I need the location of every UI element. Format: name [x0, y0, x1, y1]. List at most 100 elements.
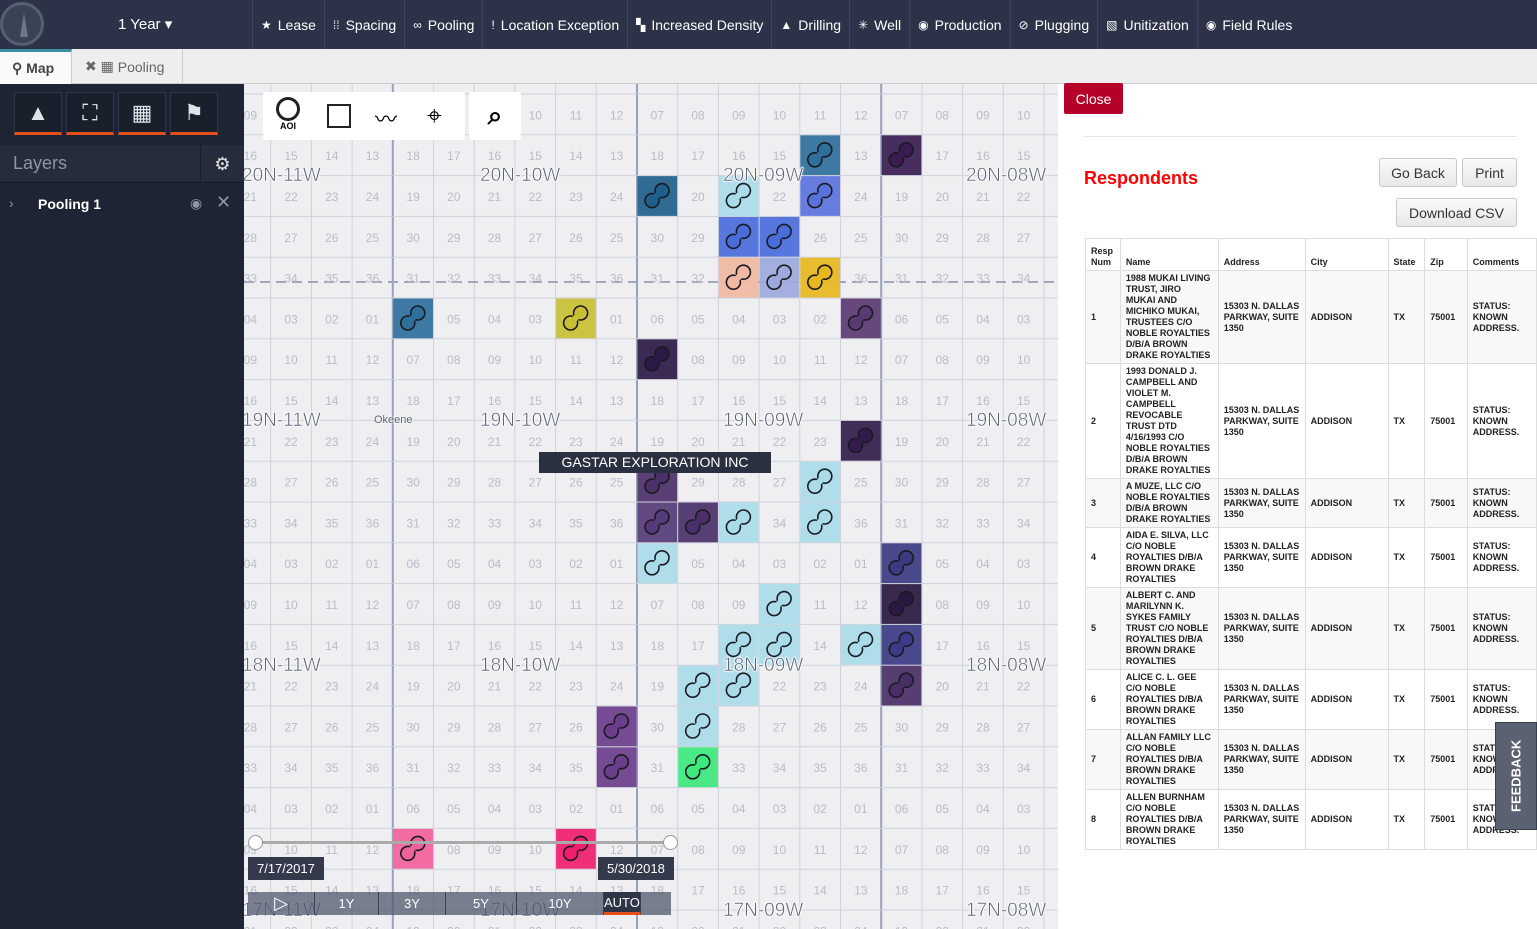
pooling-marker[interactable]: [881, 665, 922, 706]
remove-layer-icon[interactable]: ✕: [216, 192, 231, 213]
nav-location-exception[interactable]: ! Location Exception: [482, 0, 627, 49]
table-row[interactable]: 4 AIDA E. SILVA, LLC C/O NOBLE ROYALTIES …: [1085, 527, 1537, 588]
column-header[interactable]: City: [1304, 238, 1389, 271]
road-icon-button[interactable]: ▲: [14, 92, 62, 135]
pooling-marker[interactable]: [800, 176, 840, 216]
pooling-marker[interactable]: [678, 747, 718, 788]
pooling-marker[interactable]: [881, 624, 922, 665]
pooling-marker[interactable]: [393, 298, 433, 339]
pooling-marker[interactable]: [393, 828, 433, 869]
pooling-marker[interactable]: [759, 584, 800, 624]
section-number: 06: [895, 802, 909, 816]
nav-drilling[interactable]: ▲ Drilling: [771, 0, 849, 49]
time-filter-dropdown[interactable]: 1 Year ▾: [118, 15, 172, 33]
table-row[interactable]: 8 ALLEN BURNHAM C/O NOBLE ROYALTIES D/B/A…: [1085, 789, 1537, 850]
pooling-marker[interactable]: [556, 828, 596, 869]
slider-start-handle[interactable]: [248, 835, 263, 850]
pooling-marker[interactable]: [637, 176, 678, 216]
pooling-marker[interactable]: [637, 543, 678, 584]
table-row[interactable]: 1 1988 MUKAI LIVING TRUST, JIRO MUKAI AND…: [1085, 270, 1537, 364]
grid-icon-button[interactable]: ▦: [118, 92, 166, 135]
pooling-marker[interactable]: [637, 502, 678, 543]
nav-field-rules[interactable]: ◉ Field Rules: [1196, 0, 1301, 49]
pooling-marker[interactable]: [718, 257, 759, 298]
close-tab-icon[interactable]: ✖: [85, 58, 97, 75]
pooling-marker[interactable]: [881, 135, 922, 176]
pooling-marker[interactable]: [800, 461, 840, 502]
rectangle-tool-icon[interactable]: [327, 104, 351, 128]
section-number: 02: [813, 312, 827, 326]
date-range-slider[interactable]: [256, 841, 670, 844]
pooling-marker[interactable]: [678, 502, 718, 543]
download-csv-button[interactable]: Download CSV: [1396, 198, 1517, 227]
fullscreen-icon-button[interactable]: ⛶: [66, 92, 114, 135]
pooling-marker[interactable]: [800, 135, 840, 176]
pooling-marker[interactable]: [841, 420, 881, 461]
section-number: 11: [570, 598, 583, 612]
range-10y-button[interactable]: 10Y: [517, 892, 604, 915]
range-auto-button[interactable]: AUTO: [604, 892, 641, 915]
pooling-marker[interactable]: [596, 747, 637, 788]
logo[interactable]: [0, 2, 44, 46]
chevron-right-icon[interactable]: ›: [9, 195, 14, 211]
nav-plugging[interactable]: ⊘ Plugging: [1009, 0, 1098, 49]
nav-spacing[interactable]: ⁞⁞ Spacing: [323, 0, 404, 49]
section-number: 12: [854, 108, 868, 122]
close-button[interactable]: Close: [1064, 83, 1123, 114]
slider-end-handle[interactable]: [663, 835, 678, 850]
nav-pooling[interactable]: ∞ Pooling: [404, 0, 482, 49]
pooling-marker[interactable]: [556, 298, 596, 339]
pooling-marker[interactable]: [596, 706, 637, 747]
pooling-marker[interactable]: [637, 339, 678, 380]
column-header[interactable]: Zip: [1424, 238, 1468, 271]
locate-crosshair-icon[interactable]: ⌖: [427, 100, 442, 132]
tab-pooling[interactable]: ✖ ▦ Pooling: [73, 49, 183, 84]
pooling-marker[interactable]: [759, 257, 800, 298]
search-icon[interactable]: ⌕: [469, 92, 521, 140]
gear-icon[interactable]: ⚙: [200, 145, 244, 183]
print-button[interactable]: Print: [1462, 158, 1517, 187]
go-back-button[interactable]: Go Back: [1379, 158, 1457, 187]
column-header[interactable]: Resp Num: [1085, 238, 1121, 271]
cell-state: TX: [1387, 729, 1426, 790]
pooling-marker[interactable]: [800, 257, 840, 298]
pooling-marker[interactable]: [678, 706, 718, 747]
pooling-marker[interactable]: [841, 624, 881, 665]
table-row[interactable]: 3A MUZE, LLC C/O NOBLE ROYALTIES D/B/A B…: [1085, 478, 1537, 528]
feedback-tab[interactable]: FEEDBACK: [1495, 722, 1537, 830]
map-canvas[interactable]: 04 09 16 21 28 33 04 09 16 21 28 33 04 09 16 21 28 33 04 09…: [244, 84, 1058, 929]
table-row[interactable]: 2 1993 DONALD J. CAMPBELL AND VIOLET M. C…: [1085, 363, 1537, 479]
nav-production[interactable]: ◉ Production: [909, 0, 1009, 49]
pooling-marker[interactable]: [678, 665, 718, 706]
range-1y-button[interactable]: 1Y: [315, 892, 379, 915]
pooling-marker[interactable]: [759, 216, 800, 257]
pooling-marker[interactable]: [718, 216, 759, 257]
eye-icon[interactable]: ◉: [190, 195, 202, 212]
column-header[interactable]: Address: [1217, 238, 1306, 271]
table-row[interactable]: 5 ALBERT C. AND MARILYNN K. SYKES FAMILY …: [1085, 587, 1537, 670]
column-header[interactable]: Name: [1119, 238, 1219, 271]
nav-well[interactable]: ✳ Well: [849, 0, 909, 49]
table-row[interactable]: 7 ALLAN FAMILY LLC C/O NOBLE ROYALTIES D/…: [1085, 729, 1537, 790]
range-5y-button[interactable]: 5Y: [446, 892, 517, 915]
aoi-circle-tool[interactable]: AOI: [275, 97, 301, 131]
table-row[interactable]: 6 ALICE C. L. GEE C/O NOBLE ROYALTIES D/B…: [1085, 669, 1537, 730]
pooling-marker[interactable]: [718, 502, 759, 543]
pooling-marker[interactable]: [800, 502, 840, 543]
range-3y-button[interactable]: 3Y: [379, 892, 446, 915]
pooling-marker[interactable]: [841, 298, 881, 339]
cell-address: 15303 N. DALLAS PARKWAY, SUITE 1350: [1217, 789, 1306, 850]
nav-unitization[interactable]: ▧ Unitization: [1097, 0, 1197, 49]
column-header[interactable]: Comments: [1466, 238, 1537, 271]
play-icon[interactable]: ▷: [248, 892, 315, 915]
flag-icon-button[interactable]: ⚑: [170, 92, 218, 135]
section-number: 36: [610, 272, 624, 286]
polyline-tool-icon[interactable]: 〰: [375, 102, 397, 134]
column-header[interactable]: State: [1387, 238, 1426, 271]
pooling-marker[interactable]: [881, 584, 922, 624]
pooling-marker[interactable]: [881, 543, 922, 584]
layer-item-pooling-1[interactable]: › Pooling 1 ◉ ✕: [0, 185, 244, 223]
tab-map[interactable]: ⚲ Map: [0, 49, 72, 84]
nav-lease[interactable]: ★ Lease: [252, 0, 324, 49]
nav-increased-density[interactable]: ▚ Increased Density: [627, 0, 771, 49]
